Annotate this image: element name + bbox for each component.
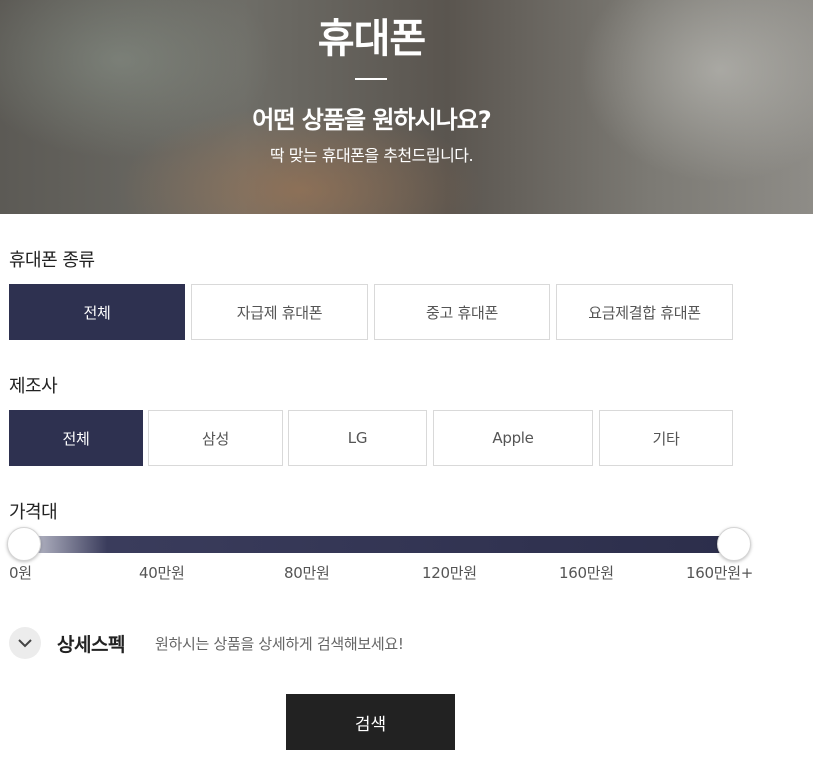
phone-type-option-unlocked[interactable]: 자급제 휴대폰 — [191, 284, 368, 340]
spec-description: 원하시는 상품을 상세하게 검색해보세요! — [155, 635, 404, 653]
price-tick: 40만원 — [139, 564, 185, 582]
spec-title[interactable]: 상세스펙 — [57, 630, 125, 657]
phone-type-option-all[interactable]: 전체 — [9, 284, 185, 340]
price-tick: 80만원 — [284, 564, 330, 582]
phone-type-label: 휴대폰 종류 — [9, 250, 95, 271]
manufacturer-option-all[interactable]: 전체 — [9, 410, 143, 466]
hero-banner: 휴대폰 어떤 상품을 원하시나요? 딱 맞는 휴대폰을 추천드립니다. — [0, 0, 813, 214]
manufacturer-option-samsung[interactable]: 삼성 — [148, 410, 283, 466]
manufacturer-option-apple[interactable]: Apple — [433, 410, 593, 466]
search-button[interactable]: 검색 — [286, 694, 455, 750]
price-slider-max-handle[interactable] — [717, 527, 751, 561]
price-tick: 160만원 — [559, 564, 614, 582]
hero-description: 딱 맞는 휴대폰을 추천드립니다. — [269, 146, 474, 165]
phone-type-option-used[interactable]: 중고 휴대폰 — [374, 284, 550, 340]
spec-toggle-button[interactable] — [9, 627, 41, 659]
price-tick: 0원 — [9, 564, 32, 582]
page-title: 휴대폰 — [317, 16, 426, 62]
price-tick: 120만원 — [422, 564, 477, 582]
manufacturer-option-lg[interactable]: LG — [288, 410, 427, 466]
hero-subtitle: 어떤 상품을 원하시나요? — [252, 106, 491, 134]
manufacturer-label: 제조사 — [9, 376, 58, 397]
price-range-label: 가격대 — [9, 502, 58, 523]
phone-type-option-plan-bundle[interactable]: 요금제결합 휴대폰 — [556, 284, 733, 340]
price-slider-track[interactable] — [22, 536, 733, 553]
manufacturer-option-etc[interactable]: 기타 — [599, 410, 733, 466]
title-divider — [355, 78, 387, 80]
chevron-down-icon — [18, 639, 32, 648]
price-tick: 160만원+ — [686, 564, 753, 582]
price-slider-min-handle[interactable] — [7, 527, 41, 561]
